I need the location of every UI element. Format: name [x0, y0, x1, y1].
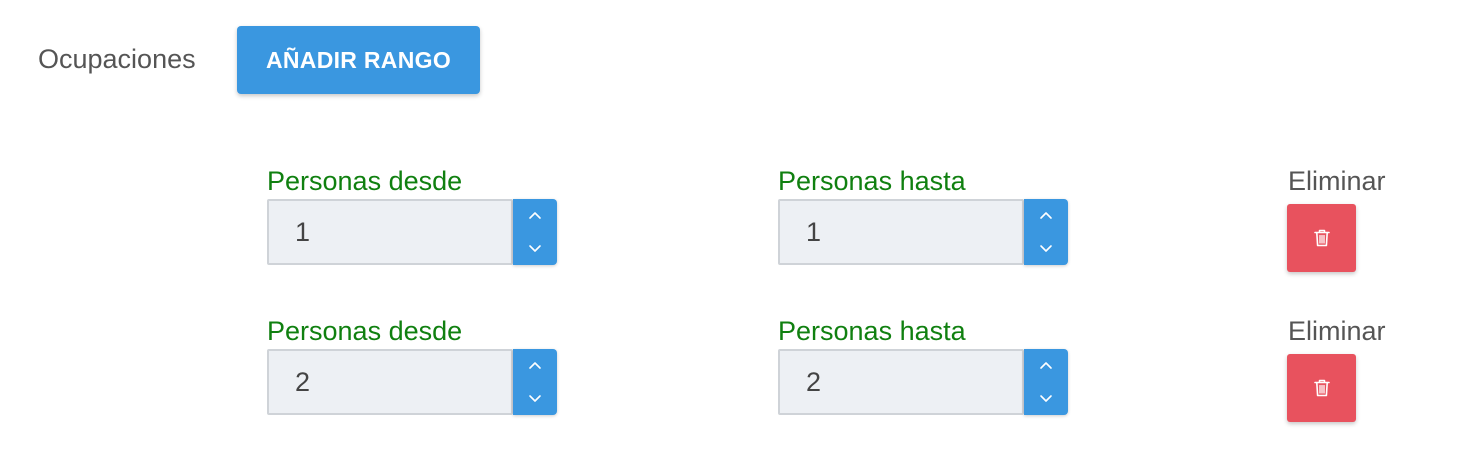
delete-label: Eliminar [1288, 166, 1386, 196]
stepper-up-button[interactable] [513, 199, 557, 232]
range-row: Personas desde Personas hasta Eliminar [0, 166, 1482, 276]
chevron-up-icon [529, 212, 541, 219]
stepper-down-button[interactable] [513, 232, 557, 265]
persons-from-label: Personas desde [267, 166, 463, 196]
persons-from-input[interactable] [267, 349, 513, 415]
delete-range-button[interactable] [1287, 354, 1356, 422]
stepper-down-button[interactable] [513, 382, 557, 415]
add-range-button[interactable]: AÑADIR RANGO [237, 26, 480, 94]
delete-range-button[interactable] [1287, 204, 1356, 272]
persons-to-label: Personas hasta [778, 166, 966, 196]
persons-from-stepper [513, 199, 557, 265]
chevron-down-icon [1040, 245, 1052, 252]
trash-icon [1313, 379, 1330, 397]
persons-from-label: Personas desde [267, 316, 463, 346]
persons-to-input[interactable] [778, 199, 1024, 265]
chevron-down-icon [1040, 395, 1052, 402]
persons-from-stepper [513, 349, 557, 415]
chevron-down-icon [529, 395, 541, 402]
persons-to-label: Personas hasta [778, 316, 966, 346]
persons-to-input[interactable] [778, 349, 1024, 415]
stepper-down-button[interactable] [1024, 382, 1068, 415]
chevron-up-icon [1040, 362, 1052, 369]
persons-to-stepper [1024, 349, 1068, 415]
chevron-up-icon [529, 362, 541, 369]
section-label: Ocupaciones [38, 44, 196, 74]
stepper-up-button[interactable] [1024, 349, 1068, 382]
persons-from-input[interactable] [267, 199, 513, 265]
persons-to-stepper [1024, 199, 1068, 265]
stepper-up-button[interactable] [1024, 199, 1068, 232]
range-row: Personas desde Personas hasta Eliminar [0, 316, 1482, 426]
delete-label: Eliminar [1288, 316, 1386, 346]
stepper-up-button[interactable] [513, 349, 557, 382]
stepper-down-button[interactable] [1024, 232, 1068, 265]
trash-icon [1313, 229, 1330, 247]
chevron-down-icon [529, 245, 541, 252]
chevron-up-icon [1040, 212, 1052, 219]
